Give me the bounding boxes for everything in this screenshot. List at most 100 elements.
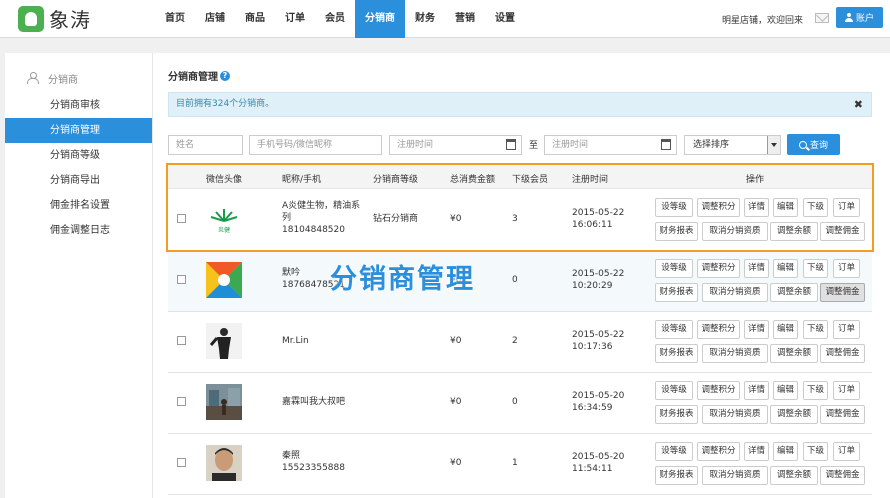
query-button[interactable]: 查询: [787, 134, 840, 155]
set-level-button[interactable]: 设等级: [655, 442, 693, 461]
details-button[interactable]: 详情: [744, 381, 769, 400]
adjust-commission-button[interactable]: 调整佣金: [820, 283, 865, 302]
details-button[interactable]: 详情: [744, 320, 769, 339]
finance-report-button[interactable]: 财务报表: [655, 222, 698, 241]
orders-button[interactable]: 订单: [833, 259, 860, 278]
adjust-commission-button[interactable]: 调整佣金: [820, 222, 865, 241]
row-checkbox[interactable]: [177, 336, 186, 345]
adjust-balance-button[interactable]: 调整余额: [770, 222, 818, 241]
adjust-commission-button[interactable]: 调整佣金: [820, 344, 865, 363]
avatar: 炎健: [206, 201, 242, 237]
set-level-button[interactable]: 设等级: [655, 259, 693, 278]
row-date: 2015-05-22: [572, 208, 625, 218]
account-label: 账户: [855, 14, 874, 24]
sidebar-item-export[interactable]: 分销商导出: [5, 168, 152, 193]
details-button[interactable]: 详情: [744, 442, 769, 461]
subordinates-button[interactable]: 下级: [803, 381, 828, 400]
sidebar-item-levels[interactable]: 分销商等级: [5, 143, 152, 168]
row-date: 2015-05-22: [572, 269, 625, 279]
orders-button[interactable]: 订单: [833, 442, 860, 461]
nav-item-settings[interactable]: 设置: [485, 0, 525, 38]
adjust-points-button[interactable]: 调整积分: [697, 259, 740, 278]
adjust-points-button[interactable]: 调整积分: [697, 320, 740, 339]
adjust-commission-button[interactable]: 调整佣金: [820, 405, 865, 424]
start-date-placeholder: 注册时间: [397, 140, 434, 150]
sidebar-item-commission-log[interactable]: 佣金调整日志: [5, 218, 152, 243]
nav-item-store[interactable]: 店铺: [195, 0, 235, 38]
orders-button[interactable]: 订单: [833, 198, 860, 217]
row-name: 嘉霖叫我大叔吧: [282, 397, 346, 407]
sort-select[interactable]: 选择排序: [684, 135, 781, 155]
cancel-qualification-button[interactable]: 取消分销资质: [702, 344, 768, 363]
adjust-balance-button[interactable]: 调整余额: [770, 405, 818, 424]
adjust-points-button[interactable]: 调整积分: [697, 381, 740, 400]
name-input[interactable]: 姓名: [168, 135, 243, 155]
subordinates-button[interactable]: 下级: [803, 259, 828, 278]
nav-item-distributors[interactable]: 分销商: [355, 0, 405, 38]
calendar-icon[interactable]: [661, 139, 671, 150]
adjust-balance-button[interactable]: 调整余额: [770, 344, 818, 363]
avatar: [206, 323, 242, 359]
adjust-balance-button[interactable]: 调整余额: [770, 283, 818, 302]
nav-item-members[interactable]: 会员: [315, 0, 355, 38]
help-icon[interactable]: ?: [220, 70, 230, 81]
avatar: [206, 384, 242, 420]
sidebar-item-review[interactable]: 分销商审核: [5, 93, 152, 118]
edit-button[interactable]: 编辑: [773, 442, 798, 461]
cancel-qualification-button[interactable]: 取消分销资质: [702, 405, 768, 424]
sidebar-item-commission-ranking[interactable]: 佣金排名设置: [5, 193, 152, 218]
row-checkbox[interactable]: [177, 397, 186, 406]
edit-button[interactable]: 编辑: [773, 198, 798, 217]
set-level-button[interactable]: 设等级: [655, 198, 693, 217]
start-date-input[interactable]: 注册时间: [389, 135, 522, 155]
subordinates-button[interactable]: 下级: [803, 442, 828, 461]
close-icon[interactable]: ✖: [854, 93, 863, 116]
row-checkbox[interactable]: [177, 275, 186, 284]
watermark-title: 分销商管理: [330, 264, 475, 295]
row-name: Mr.Lin: [282, 336, 309, 346]
mail-icon[interactable]: [815, 13, 829, 23]
nav-item-orders[interactable]: 订单: [275, 0, 315, 38]
account-button[interactable]: 账户: [836, 7, 883, 28]
adjust-points-button[interactable]: 调整积分: [697, 442, 740, 461]
details-button[interactable]: 详情: [744, 198, 769, 217]
cancel-qualification-button[interactable]: 取消分销资质: [702, 466, 768, 485]
calendar-icon[interactable]: [506, 139, 516, 150]
top-bar: 象涛 首页 店铺 商品 订单 会员 分销商 财务 营销 设置 明星店铺，欢迎回来…: [0, 0, 890, 38]
adjust-balance-button[interactable]: 调整余额: [770, 466, 818, 485]
row-checkbox[interactable]: [177, 214, 186, 223]
nav-item-marketing[interactable]: 营销: [445, 0, 485, 38]
adjust-commission-button[interactable]: 调整佣金: [820, 466, 865, 485]
subordinates-button[interactable]: 下级: [803, 320, 828, 339]
main-nav: 首页 店铺 商品 订单 会员 分销商 财务 营销 设置: [155, 0, 525, 38]
edit-button[interactable]: 编辑: [773, 320, 798, 339]
edit-button[interactable]: 编辑: [773, 381, 798, 400]
col-amount: 总消费金额: [450, 175, 496, 185]
orders-button[interactable]: 订单: [833, 320, 860, 339]
row-sub-members: 2: [512, 336, 518, 346]
set-level-button[interactable]: 设等级: [655, 320, 693, 339]
finance-report-button[interactable]: 财务报表: [655, 405, 698, 424]
edit-button[interactable]: 编辑: [773, 259, 798, 278]
set-level-button[interactable]: 设等级: [655, 381, 693, 400]
phone-input[interactable]: 手机号码/微信昵称: [249, 135, 382, 155]
cancel-qualification-button[interactable]: 取消分销资质: [702, 283, 768, 302]
finance-report-button[interactable]: 财务报表: [655, 283, 698, 302]
nav-item-products[interactable]: 商品: [235, 0, 275, 38]
orders-button[interactable]: 订单: [833, 381, 860, 400]
logo[interactable]: 象涛: [18, 5, 91, 32]
end-date-input[interactable]: 注册时间: [544, 135, 677, 155]
subordinates-button[interactable]: 下级: [803, 198, 828, 217]
details-button[interactable]: 详情: [744, 259, 769, 278]
sidebar-item-management[interactable]: 分销商管理: [5, 118, 152, 143]
col-date: 注册时间: [572, 175, 609, 185]
cancel-qualification-button[interactable]: 取消分销资质: [702, 222, 768, 241]
adjust-points-button[interactable]: 调整积分: [697, 198, 740, 217]
row-checkbox[interactable]: [177, 458, 186, 467]
user-icon: [844, 13, 853, 22]
nav-item-finance[interactable]: 财务: [405, 0, 445, 38]
nav-item-home[interactable]: 首页: [155, 0, 195, 38]
finance-report-button[interactable]: 财务报表: [655, 466, 698, 485]
row-amount: ¥0: [450, 336, 462, 346]
finance-report-button[interactable]: 财务报表: [655, 344, 698, 363]
